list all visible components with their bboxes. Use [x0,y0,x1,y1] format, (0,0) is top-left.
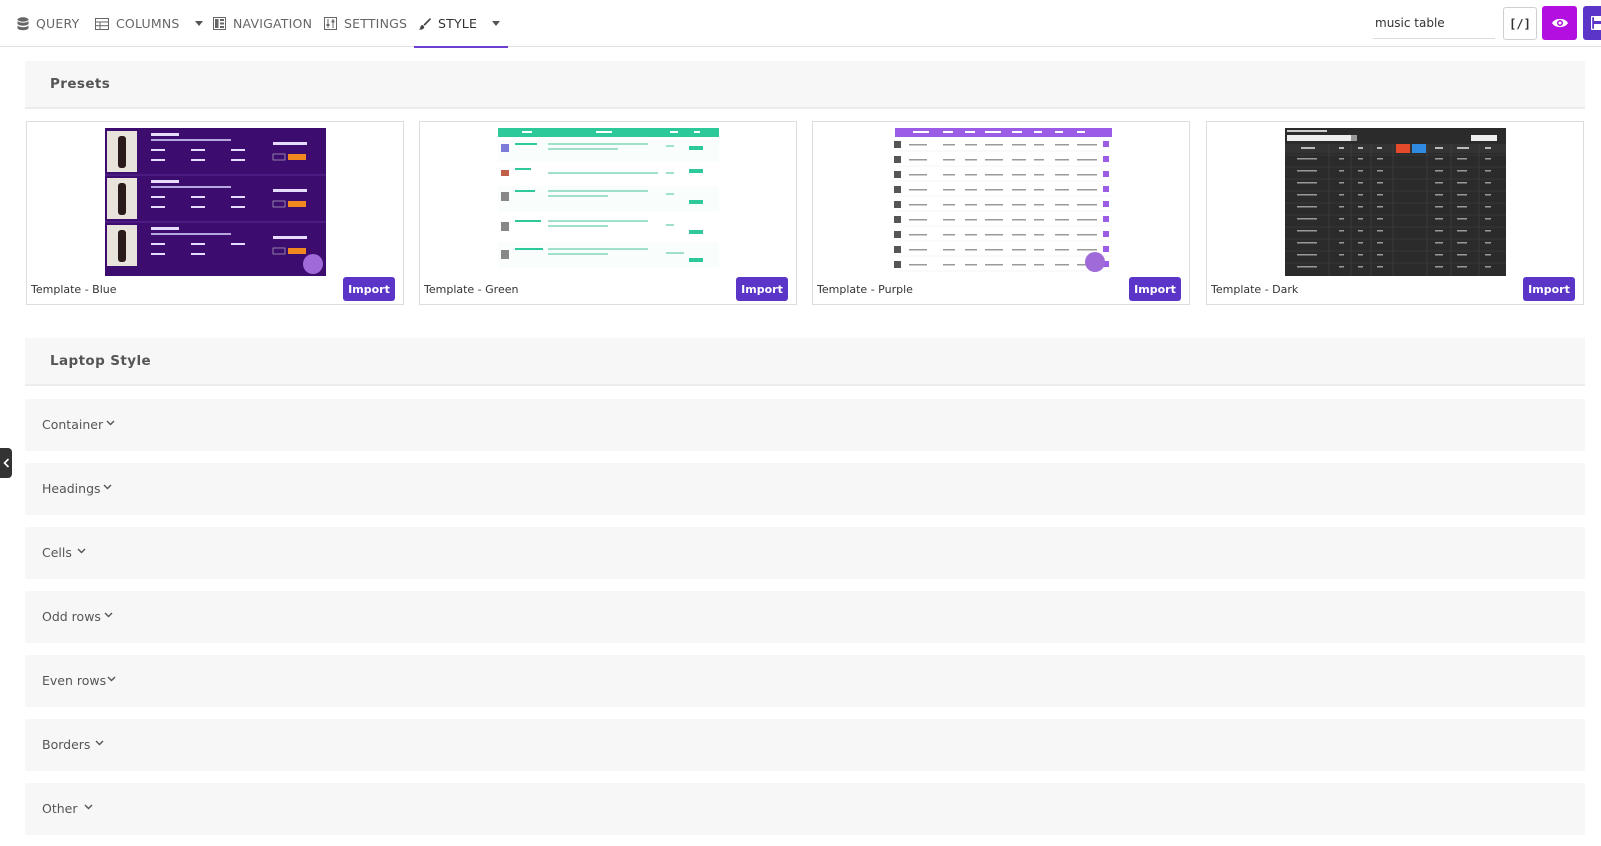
import-button-dark[interactable]: Import [1523,277,1575,301]
shortcode-label: [/] [1509,16,1531,31]
chevron-down-icon [106,420,115,426]
section-odd-rows-label: Odd rows [42,609,101,624]
import-button-green[interactable]: Import [736,277,788,301]
section-cells-label: Cells [42,545,72,560]
preset-card-green: Template - Green Import [419,121,797,305]
table-name-input[interactable] [1373,9,1495,37]
chevron-down-icon [103,484,112,490]
import-button-purple[interactable]: Import [1129,277,1181,301]
preset-title-green: Template - Green [424,283,519,296]
save-icon [1591,16,1601,30]
eye-icon [1551,18,1568,28]
tab-settings-label: SETTINGS [344,16,408,31]
laptop-style-header: Laptop Style [25,338,1585,386]
table-name-field [1373,9,1495,39]
laptop-style-title: Laptop Style [50,353,152,369]
presets-header: Presets [25,61,1585,109]
sidebar-toggle[interactable] [0,448,12,478]
preset-title-blue: Template - Blue [31,283,117,296]
tab-query-label: QUERY [36,16,80,31]
section-headings[interactable]: Headings [25,463,1585,515]
tab-settings[interactable]: SETTINGS [324,0,407,47]
chevron-down-icon [77,548,86,554]
save-button[interactable] [1583,6,1601,40]
chevron-left-icon [2,458,9,468]
tab-columns-label: COLUMNS [116,16,180,31]
preset-card-dark: Template - Dark Import [1206,121,1584,305]
shortcode-button[interactable]: [/] [1503,7,1537,40]
chevron-down-icon [104,612,113,618]
sliders-icon [324,17,337,30]
preset-title-purple: Template - Purple [817,283,913,296]
navigation-icon [213,17,226,30]
section-headings-label: Headings [42,481,101,496]
database-icon [17,16,29,30]
tab-navigation[interactable]: NAVIGATION [213,0,312,47]
section-other-label: Other [42,801,78,816]
chevron-down-icon [107,676,116,682]
tab-columns[interactable]: COLUMNS [95,0,203,47]
section-even-rows[interactable]: Even rows [25,655,1585,707]
tab-navigation-label: NAVIGATION [233,16,313,31]
import-button-blue[interactable]: Import [343,277,395,301]
tab-style-label: STYLE [438,16,478,31]
preset-card-blue: Template - Blue Import [26,121,404,305]
section-even-rows-label: Even rows [42,673,107,688]
preset-card-purple: Template - Purple Import [812,121,1190,305]
template-green-preview [498,128,719,276]
template-purple-preview [891,128,1112,276]
tab-query[interactable]: QUERY [17,0,79,47]
section-cells[interactable]: Cells [25,527,1585,579]
tab-style[interactable]: STYLE [413,0,509,48]
toolbar: QUERY COLUMNS NAVIGATION SETTINGS STYLE … [0,0,1601,48]
table-icon [95,17,109,30]
section-odd-rows[interactable]: Odd rows [25,591,1585,643]
chevron-down-icon [84,804,93,810]
preset-title-dark: Template - Dark [1211,283,1299,296]
paintbrush-icon [418,18,431,30]
section-borders[interactable]: Borders [25,719,1585,771]
section-container[interactable]: Container [25,399,1585,451]
template-dark-preview [1285,128,1506,276]
presets-title: Presets [50,76,111,92]
chevron-down-icon [95,740,104,746]
chevron-down-icon [492,21,501,26]
section-other[interactable]: Other [25,783,1585,835]
chevron-down-icon [194,21,203,26]
section-borders-label: Borders [42,737,91,752]
preview-button[interactable] [1542,6,1577,40]
section-container-label: Container [42,417,104,432]
template-blue-preview [105,128,326,276]
